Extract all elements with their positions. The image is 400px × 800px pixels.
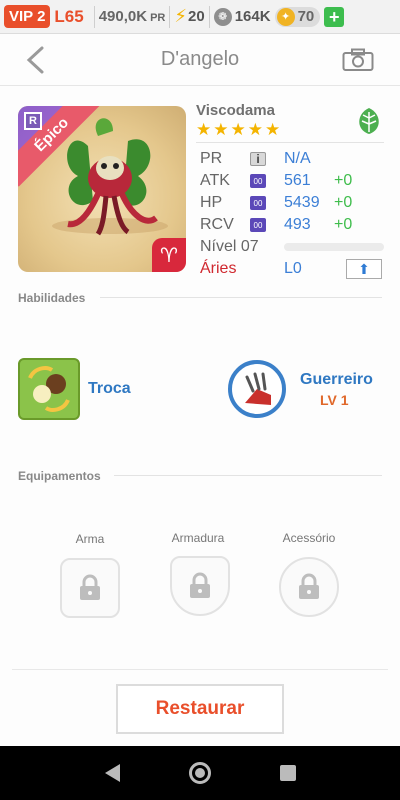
stat-row-pr: PR i N/A <box>200 148 384 170</box>
rcv-bonus: +0 <box>334 216 353 233</box>
claw-icon <box>245 372 271 405</box>
pr-label: PR <box>200 150 223 167</box>
stat-row-hp: HP 00 5439 +0 <box>200 192 384 214</box>
divider <box>196 142 384 143</box>
paw-icon: ❁ <box>213 7 232 26</box>
armor-label: Armadura <box>171 531 225 545</box>
class-name[interactable]: Guerreiro <box>300 371 373 389</box>
bolt-icon: ⚡ <box>174 6 188 26</box>
accessory-slot[interactable] <box>279 557 339 617</box>
hp-value: 5439 <box>284 194 320 211</box>
pr-value: N/A <box>284 150 311 167</box>
hp-label: HP <box>200 194 223 211</box>
weapon-label: Arma <box>75 532 105 546</box>
divider <box>169 5 171 28</box>
stat-row-rcv: RCV 00 493 +0 <box>200 214 384 236</box>
energy-counter[interactable]: ⚡ 20 <box>174 6 204 27</box>
star-rating: ★ ★ ★ ★ ★ <box>196 121 280 139</box>
nature-element-icon <box>359 108 379 134</box>
coin-value: 70 <box>297 8 315 25</box>
page-title: D'angelo <box>160 48 240 70</box>
star-icon: ★ <box>213 120 229 139</box>
power-readout: 490,0K PR <box>99 8 166 25</box>
rcv-label: RCV <box>200 216 234 233</box>
food-value: 164K <box>234 8 271 25</box>
player-level: L65 <box>54 6 84 26</box>
divider <box>12 669 388 670</box>
nav-recents-icon[interactable] <box>279 765 296 781</box>
coin-counter[interactable]: ✦ 70 <box>274 6 321 27</box>
upgrade-zodiac-button[interactable]: ⬆ <box>346 259 382 279</box>
skill-name[interactable]: Troca <box>88 380 131 398</box>
coin-icon: ✦ <box>276 7 295 26</box>
back-arrow-icon[interactable] <box>22 44 48 76</box>
camera-icon[interactable] <box>342 48 374 72</box>
weapon-slot[interactable] <box>60 558 120 618</box>
power-value: 490,0K <box>98 8 148 25</box>
zodiac-level: L0 <box>284 260 302 277</box>
armor-slot[interactable] <box>170 556 230 616</box>
home-dot <box>194 768 205 778</box>
up-arrow-icon: ⬆ <box>358 260 370 277</box>
monster-portrait[interactable]: Épico R ♈ <box>18 106 186 272</box>
monster-species: Viscodama <box>196 102 275 119</box>
swap-arrows-icon <box>28 366 70 412</box>
level-label: Nível 07 <box>200 238 259 255</box>
rcv-value: 493 <box>284 216 311 233</box>
restore-button[interactable]: Restaurar <box>116 684 284 734</box>
lock-icon <box>299 573 319 599</box>
atk-bonus: +0 <box>334 172 353 189</box>
class-level: LV 1 <box>320 392 349 408</box>
star-icon: ★ <box>265 120 281 139</box>
page-header: D'angelo <box>0 34 400 86</box>
stat-row-zodiac: Áries L0 ⬆ <box>200 258 384 280</box>
divider <box>208 5 210 28</box>
energy-value: 20 <box>188 8 205 25</box>
equipment-section-title: Equipamentos <box>18 469 101 483</box>
divider <box>93 5 95 28</box>
zodiac-label[interactable]: Áries <box>200 260 236 278</box>
atk-value: 561 <box>284 172 311 189</box>
add-coins-button[interactable]: + <box>324 6 345 27</box>
atk-label: ATK <box>200 172 230 189</box>
warrior-class-icon[interactable] <box>228 360 286 418</box>
lock-icon <box>80 574 100 600</box>
power-unit: PR <box>150 12 166 24</box>
star-icon: ★ <box>230 120 246 139</box>
info-icon[interactable]: i <box>250 152 266 166</box>
stat-row-atk: ATK 00 561 +0 <box>200 170 384 192</box>
lock-icon <box>190 572 210 598</box>
swap-skill-icon[interactable] <box>18 358 80 420</box>
hp-bonus: +0 <box>334 194 353 211</box>
vip-badge[interactable]: VIP 2 <box>4 5 51 28</box>
divider <box>114 475 382 476</box>
skills-section-title: Habilidades <box>18 291 86 305</box>
hp-rune-icon: 00 <box>250 196 266 210</box>
status-bar: VIP 2 L65 490,0K PR ⚡ 20 ❁ 164K ✦ 70 + <box>0 0 400 34</box>
level-progress-bar <box>284 243 384 251</box>
divider <box>100 297 382 298</box>
nav-home-icon[interactable] <box>188 762 211 784</box>
zodiac-aries-icon: ♈ <box>152 238 186 272</box>
star-icon: ★ <box>196 120 212 139</box>
nav-back-icon[interactable] <box>104 764 120 782</box>
food-counter[interactable]: ❁ 164K <box>213 7 271 26</box>
rcv-rune-icon: 00 <box>250 218 266 232</box>
system-nav-bar <box>0 746 400 800</box>
star-icon: ★ <box>247 120 263 139</box>
stat-row-level: Nível 07 <box>200 236 384 258</box>
accessory-label: Acessório <box>282 531 336 545</box>
atk-rune-icon: 00 <box>250 174 266 188</box>
